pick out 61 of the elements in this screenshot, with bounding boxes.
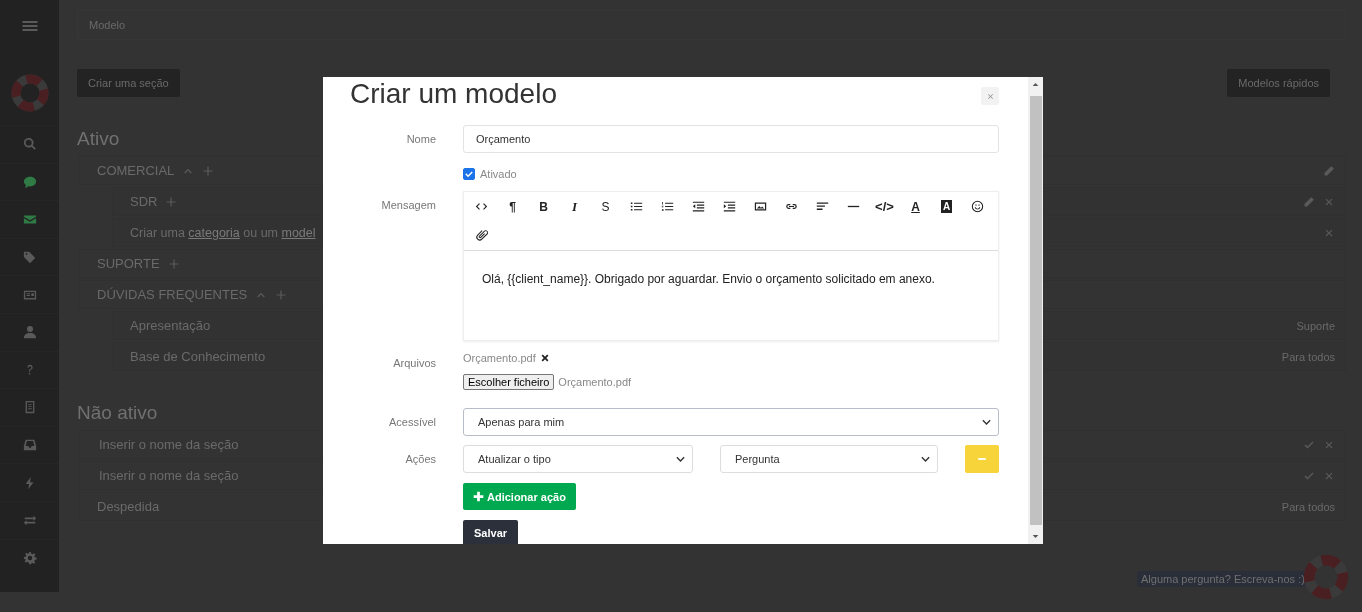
hint-text: Criar uma categoria ou um model: [130, 225, 316, 240]
close-icon: [985, 91, 995, 101]
choose-file-button[interactable]: Escolher ficheiro: [463, 374, 555, 390]
lifebuoy-icon[interactable]: [1302, 553, 1350, 601]
outdent-icon: [692, 200, 705, 213]
field-label: Arquivos: [392, 356, 436, 371]
lifebuoy-logo: [9, 73, 50, 113]
paragraph-button[interactable]: ¶: [497, 192, 528, 221]
chat-icon[interactable]: [22, 174, 37, 189]
section-heading: Ativo: [77, 127, 120, 151]
row-label: SDR: [130, 194, 158, 209]
chosen-file-name: Orçamento.pdf: [558, 376, 632, 388]
save-button[interactable]: Salvar: [463, 520, 519, 544]
remove-icon[interactable]: [539, 353, 550, 363]
align-icon: [816, 200, 829, 213]
message-text: Olá, {{client_name}}. Obrigado por aguardar. Envio o orçamento solicitado em anexo.: [482, 272, 935, 286]
settings-icon[interactable]: [22, 550, 37, 565]
plus-icon[interactable]: [165, 195, 178, 208]
checkbox[interactable]: [463, 168, 475, 180]
tag-icon[interactable]: [22, 250, 37, 265]
indent-icon: [723, 200, 736, 213]
plus-icon: [473, 491, 484, 502]
numbered-list-icon: [661, 200, 674, 213]
inbox-icon[interactable]: [22, 438, 37, 453]
value-select[interactable]: Pergunta: [720, 445, 938, 473]
field-label: Mensagem: [380, 198, 436, 213]
field-label: Ações: [404, 452, 436, 467]
highlight-button[interactable]: A: [931, 192, 962, 221]
access-select[interactable]: Apenas para mim: [463, 408, 999, 436]
close-button[interactable]: [981, 87, 999, 105]
section-heading: Não ativo: [77, 401, 158, 425]
name-field[interactable]: Orçamento: [463, 125, 999, 153]
image-icon: [754, 200, 767, 213]
action-select[interactable]: Atualizar o tipo: [463, 445, 693, 473]
search-icon[interactable]: [22, 137, 37, 152]
bullet-list-icon: [630, 200, 643, 213]
field-label: Acessível: [387, 415, 436, 430]
italic-button[interactable]: I: [559, 192, 590, 221]
checkbox-label: Ativado: [480, 168, 517, 180]
pencil-icon[interactable]: [1323, 164, 1335, 177]
row-label: Apresentação: [130, 318, 211, 333]
plus-icon[interactable]: [275, 288, 288, 301]
attached-file-name: Orçamento.pdf: [463, 352, 536, 364]
remove-action-button[interactable]: [965, 445, 999, 473]
strikethrough-button[interactable]: S: [590, 192, 621, 221]
row-label: Base de Conhecimento: [130, 349, 266, 364]
field-label: Nome: [405, 132, 436, 147]
bold-button[interactable]: B: [528, 192, 559, 221]
code-button[interactable]: </>: [869, 192, 900, 221]
emoji-icon: [971, 200, 984, 213]
plus-icon[interactable]: [167, 257, 180, 270]
text-color-button[interactable]: A: [900, 192, 931, 221]
modal-title: Criar um modelo: [350, 77, 557, 111]
pencil-icon[interactable]: [1303, 195, 1315, 208]
message-editor[interactable]: Olá, {{client_name}}. Obrigado por aguardar. Envio o orçamento solicitado em anexo.: [464, 251, 998, 340]
user-icon[interactable]: [22, 325, 37, 340]
attachment-icon: [475, 229, 488, 242]
plus-icon[interactable]: [202, 164, 215, 177]
scrollbar[interactable]: [1028, 77, 1043, 544]
scroll-up-icon[interactable]: [1032, 81, 1039, 88]
scroll-down-icon[interactable]: [1032, 533, 1039, 540]
